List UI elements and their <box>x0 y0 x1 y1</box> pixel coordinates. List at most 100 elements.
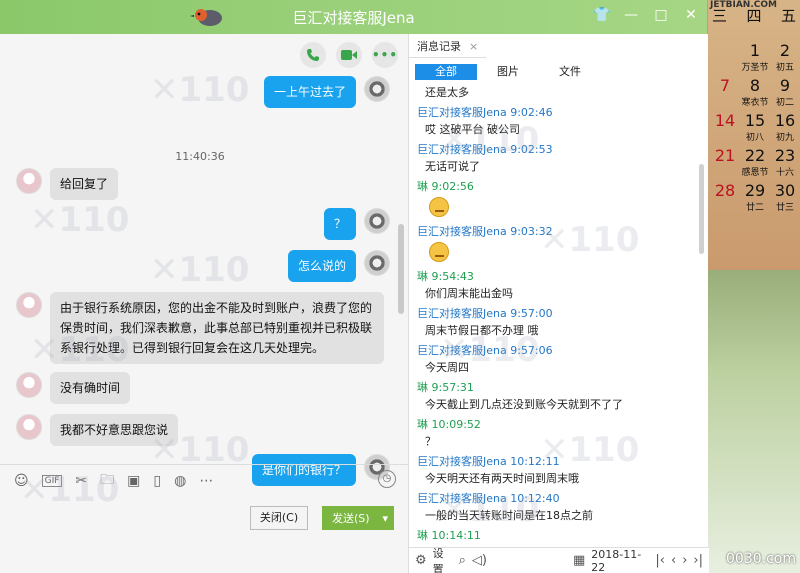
close-icon[interactable]: ✕ <box>683 7 699 23</box>
calendar-day-note: 廿二 <box>745 203 764 213</box>
history-message-text[interactable]: 一般的当天转账时间是在18点之前 <box>417 507 593 523</box>
history-sender-line[interactable]: 琳 9:54:43 <box>417 268 474 284</box>
send-options-arrow[interactable]: ▾ <box>382 512 388 525</box>
last-page-icon[interactable]: ›| <box>693 553 703 568</box>
history-sender-line[interactable]: 琳 9:57:31 <box>417 379 474 395</box>
close-button[interactable]: 关闭(C) <box>250 506 308 530</box>
maximize-icon[interactable]: □ <box>653 7 669 23</box>
minimize-icon[interactable]: — <box>623 7 639 23</box>
message-bubble[interactable]: 怎么说的 <box>287 250 356 282</box>
voice-call-button[interactable] <box>300 42 326 68</box>
search-icon[interactable]: ⌕ <box>459 553 466 568</box>
message-row: 由于银行系统原因，您的出金不能及时到账户，浪费了您的保贵时间，我们深表歉意，此事… <box>16 292 384 364</box>
skin-icon[interactable]: 👕 <box>593 7 610 23</box>
calendar-day: 8 寒衣节 <box>740 76 770 109</box>
message-list[interactable]: 一上午过去了 11:40:36 给回复了 ？ 怎么说的 由于银行系统原因，您的出… <box>0 70 400 500</box>
avatar[interactable] <box>16 168 42 194</box>
settings-label[interactable]: 设置 <box>433 545 453 573</box>
avatar[interactable] <box>16 292 42 318</box>
history-message-text[interactable]: 今天周四 <box>417 359 469 375</box>
history-message-text[interactable]: 你们周末能出金吗 <box>417 285 513 301</box>
filter-files[interactable]: 文件 <box>539 64 601 80</box>
history-message-text[interactable]: 周末节假日都不办理 哦 <box>417 322 539 338</box>
emoji-sticker-icon[interactable] <box>429 197 449 217</box>
history-sender-line[interactable]: 巨汇对接客服Jena 9:57:00 <box>417 305 553 321</box>
history-sender-line[interactable]: 巨汇对接客服Jena 10:12:11 <box>417 453 560 469</box>
image-icon[interactable]: ▣ <box>127 473 140 489</box>
send-button[interactable]: 发送(S) ▾ <box>322 506 394 530</box>
history-scrollbar[interactable] <box>699 164 704 254</box>
calendar-day: 21 <box>710 147 740 178</box>
filter-all[interactable]: 全部 <box>415 64 477 80</box>
calendar-day-number: 16 <box>774 111 796 130</box>
tab-label: 消息记录 <box>417 40 461 53</box>
calendar-day-number: 14 <box>714 111 736 130</box>
history-sender-line[interactable]: 巨汇对接客服Jena 9:02:53 <box>417 141 553 157</box>
tab-close-icon[interactable]: × <box>469 40 478 53</box>
more-options-button[interactable]: ••• <box>372 42 398 68</box>
emoji-sticker-icon[interactable] <box>429 242 449 262</box>
message-bubble[interactable]: 由于银行系统原因，您的出金不能及时到账户，浪费了您的保贵时间，我们深表歉意，此事… <box>50 292 384 364</box>
speaker-icon[interactable]: ◁) <box>472 553 487 568</box>
voice-message-icon[interactable]: ◍ <box>174 473 186 489</box>
avatar[interactable] <box>16 414 42 440</box>
message-row: 给回复了 <box>16 168 119 200</box>
calendar-day-note: 寒衣节 <box>741 98 769 108</box>
message-bubble[interactable]: 给回复了 <box>50 168 119 200</box>
title-bar[interactable]: 巨汇对接客服Jena 👕 — □ ✕ <box>0 0 707 34</box>
calendar-day-number: 28 <box>714 181 736 200</box>
gif-icon[interactable]: GIF <box>41 474 63 487</box>
history-message-text[interactable]: ？ <box>417 433 436 449</box>
history-message-text[interactable]: 无话可说了 <box>417 158 480 174</box>
calendar-day-number: 8 <box>749 76 761 95</box>
filter-images[interactable]: 图片 <box>477 64 539 80</box>
avatar[interactable] <box>364 250 390 276</box>
message-history-icon[interactable]: ◷ <box>378 470 396 488</box>
more-icon: ••• <box>372 48 399 62</box>
emoji-icon[interactable]: ☺ <box>14 473 29 489</box>
settings-icon[interactable]: ⚙ <box>415 553 427 568</box>
calendar-icon[interactable]: ▦ <box>573 553 585 568</box>
history-sender-line[interactable]: 巨汇对接客服Jena 10:12:40 <box>417 490 560 506</box>
shake-icon[interactable]: ▯ <box>153 473 161 489</box>
avatar[interactable] <box>364 208 390 234</box>
history-message-text[interactable]: 哎 这破平台 破公司 <box>417 121 520 137</box>
calendar-day-note: 感恩节 <box>741 168 769 178</box>
calendar-day: 16 初九 <box>770 111 800 144</box>
history-sender-line[interactable]: 巨汇对接客服Jena 9:02:46 <box>417 104 553 120</box>
avatar[interactable] <box>364 76 390 102</box>
more-tools-icon[interactable]: ⋯ <box>199 473 213 489</box>
message-timestamp: 11:40:36 <box>175 150 225 163</box>
message-bubble[interactable]: ？ <box>323 208 356 240</box>
history-date[interactable]: 2018-11-22 <box>591 548 649 573</box>
first-page-icon[interactable]: |‹ <box>655 553 665 568</box>
avatar[interactable] <box>16 372 42 398</box>
history-sender-line[interactable]: 巨汇对接客服Jena 9:03:32 <box>417 223 553 239</box>
message-bubble[interactable]: 一上午过去了 <box>263 76 356 108</box>
message-row: ？ <box>323 208 390 240</box>
history-sender-line[interactable]: 巨汇对接客服Jena 9:57:06 <box>417 342 553 358</box>
message-bubble[interactable]: 我都不好意思跟您说 <box>50 414 179 446</box>
history-sender-line[interactable]: 琳 9:02:56 <box>417 178 474 194</box>
calendar-day: 23 十六 <box>770 147 800 179</box>
history-sender-line[interactable]: 琳 10:09:52 <box>417 416 481 432</box>
folder-icon[interactable]: 🗀 <box>100 469 114 493</box>
window-controls: 👕 — □ ✕ <box>593 7 699 23</box>
tab-message-history[interactable]: 消息记录 × <box>409 34 487 58</box>
history-message-text[interactable]: 马上就剩一天半了 <box>417 544 513 546</box>
history-message-text[interactable]: 还是太多 <box>417 84 469 100</box>
calendar-grid: 1 万圣节 2 初五 7 8 寒衣节 9 初二 14 15 初八 16 初九 21 22 感恩节 23 十六 28 29… <box>708 28 800 214</box>
scissors-icon[interactable]: ✂ <box>75 473 87 489</box>
video-call-button[interactable] <box>336 42 362 68</box>
history-message-text[interactable]: 今天明天还有两天时间到周末哦 <box>417 470 579 486</box>
history-message-list[interactable]: 还是太多巨汇对接客服Jena 9:02:46 哎 这破平台 破公司巨汇对接客服Je… <box>417 84 699 546</box>
message-bubble[interactable]: 没有确时间 <box>50 372 131 404</box>
history-message-text[interactable]: 今天截止到几点还没到账今天就到不了了 <box>417 396 623 412</box>
calendar-day-number: 22 <box>744 146 766 165</box>
history-sender-line[interactable]: 琳 10:14:11 <box>417 527 481 543</box>
next-page-icon[interactable]: › <box>682 553 687 568</box>
calendar-day: 30 廿三 <box>770 182 800 214</box>
prev-page-icon[interactable]: ‹ <box>671 553 676 568</box>
calendar-day: 1 万圣节 <box>740 42 770 74</box>
chat-scrollbar[interactable] <box>398 224 404 314</box>
